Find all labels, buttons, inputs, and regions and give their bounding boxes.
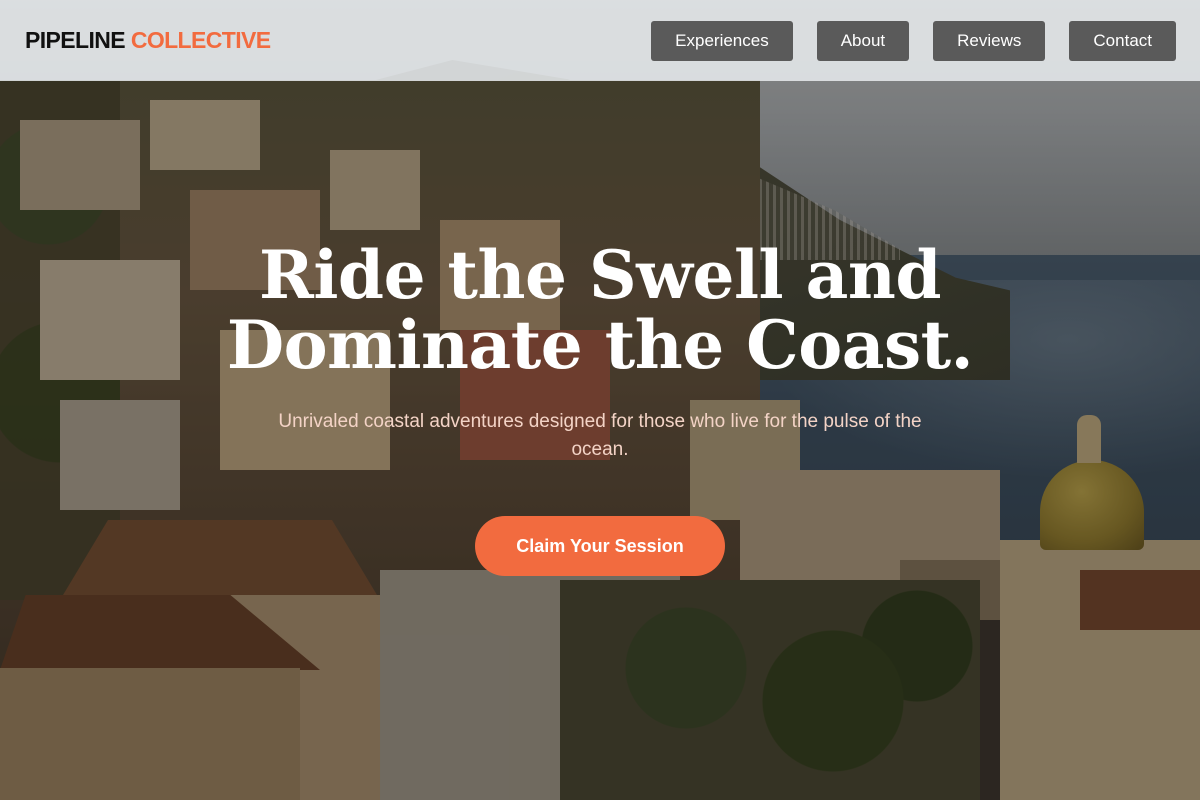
hero-title-line1: Ride the Swell and	[259, 236, 941, 314]
claim-session-button[interactable]: Claim Your Session	[475, 516, 725, 576]
nav-contact-button[interactable]: Contact	[1069, 20, 1176, 61]
brand-name-part1: PIPELINE	[25, 27, 126, 53]
nav-experiences-button[interactable]: Experiences	[651, 20, 793, 61]
hero-title-line2: Dominate the Coast.	[226, 306, 974, 384]
nav-about-button[interactable]: About	[816, 20, 910, 61]
brand-name-part2: COLLECTIVE	[130, 27, 271, 53]
main-nav: Experiences About Reviews Contact	[651, 20, 1176, 61]
hero-subtitle: Unrivaled coastal adventures designed fo…	[278, 411, 922, 460]
hero-title: Ride the Swell and Dominate the Coast.	[220, 240, 980, 380]
brand-logo[interactable]: PIPELINE COLLECTIVE	[25, 27, 271, 54]
hero-section: Ride the Swell and Dominate the Coast. U…	[0, 240, 1200, 576]
nav-reviews-button[interactable]: Reviews	[933, 20, 1046, 61]
site-header: PIPELINE COLLECTIVE Experiences About Re…	[0, 0, 1200, 81]
